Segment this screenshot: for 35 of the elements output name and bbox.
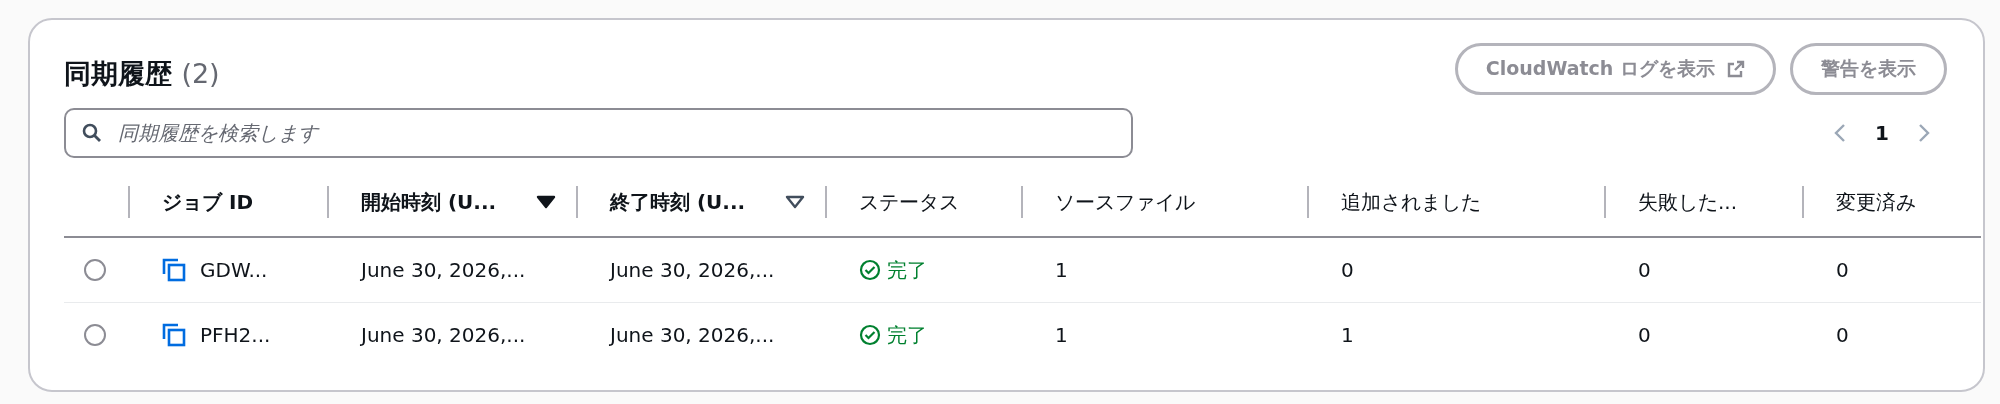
item-count: (2) xyxy=(181,58,220,89)
row-radio[interactable] xyxy=(84,324,106,346)
table-cell: June 30, 2026,... xyxy=(610,258,775,282)
column-header: 失敗した... xyxy=(1638,188,1738,216)
row-radio[interactable] xyxy=(84,259,106,281)
table-cell: 0 xyxy=(1341,258,1354,282)
table-cell: PFH2... xyxy=(200,323,271,347)
table-cell: June 30, 2026,... xyxy=(610,323,775,347)
table-cell: 0 xyxy=(1836,323,1849,347)
sort-icon[interactable] xyxy=(785,195,805,209)
table-cell: 0 xyxy=(1836,258,1849,282)
column-header: ステータス xyxy=(859,188,959,216)
page-number[interactable]: 1 xyxy=(1875,121,1889,145)
table-cell: June 30, 2026,... xyxy=(361,323,526,347)
copy-icon[interactable] xyxy=(162,258,186,282)
search-field[interactable]: 同期履歴を検索します xyxy=(64,108,1133,158)
table-cell: 1 xyxy=(1055,258,1068,282)
copy-icon[interactable] xyxy=(162,323,186,347)
status-text: 完了 xyxy=(887,321,927,349)
column-header[interactable]: 開始時刻 (U... xyxy=(361,188,497,216)
table-cell: GDW... xyxy=(200,258,268,282)
status-text: 完了 xyxy=(887,256,927,284)
table-cell: 1 xyxy=(1341,323,1354,347)
table-cell: 1 xyxy=(1055,323,1068,347)
column-header: ソースファイル xyxy=(1055,188,1195,216)
section-title: 同期履歴 xyxy=(64,58,172,89)
column-header[interactable]: 終了時刻 (U... xyxy=(610,188,746,216)
column-header: 変更済み xyxy=(1836,188,1916,216)
table-cell: June 30, 2026,... xyxy=(361,258,526,282)
sort-descending-icon[interactable] xyxy=(536,195,556,209)
column-header: ジョブ ID xyxy=(162,188,253,216)
table-cell: 0 xyxy=(1638,323,1651,347)
column-header: 追加されました xyxy=(1341,188,1481,216)
external-link-icon xyxy=(1727,60,1745,78)
table-cell: 0 xyxy=(1638,258,1651,282)
